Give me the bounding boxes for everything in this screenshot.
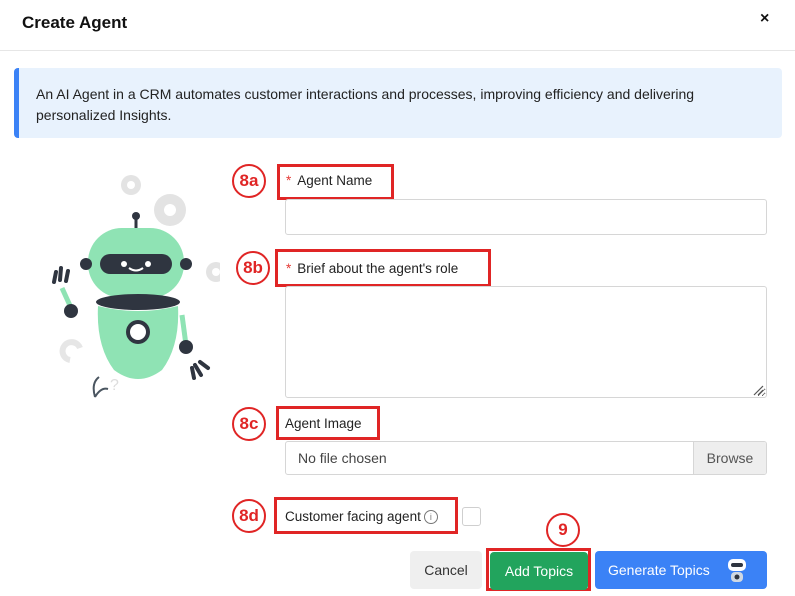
svg-text:?: ? [110,377,119,394]
cancel-button[interactable]: Cancel [410,551,482,589]
annotation-badge-8c: 8c [232,407,266,441]
agent-image-label: Agent Image [285,416,362,431]
required-marker: * [286,173,292,188]
required-marker: * [286,261,292,276]
add-topics-button[interactable]: Add Topics [490,552,588,590]
generate-topics-label: Generate Topics [608,562,710,578]
robot-illustration: ? [52,175,220,398]
info-icon[interactable]: i [423,510,438,524]
brief-label-text: Brief about the agent's role [297,261,459,276]
annotation-badge-8d: 8d [232,499,266,533]
robot-icon [728,559,746,582]
dialog-header: Create Agent × [0,0,795,51]
agent-name-label: * Agent Name [286,173,372,188]
dialog-title: Create Agent [22,13,128,32]
customer-facing-label: Customer facing agent i [285,509,438,524]
file-status: No file chosen [298,450,387,466]
customer-facing-checkbox[interactable] [462,507,481,526]
info-text: An AI Agent in a CRM automates customer … [36,86,695,123]
agent-name-label-text: Agent Name [297,173,373,188]
file-input[interactable]: No file chosen Browse [285,441,767,475]
generate-topics-button[interactable]: Generate Topics [595,551,767,589]
info-banner: An AI Agent in a CRM automates customer … [14,68,782,138]
close-icon[interactable]: × [760,10,769,28]
annotation-badge-8b: 8b [236,251,270,285]
annotation-badge-8a: 8a [232,164,266,198]
customer-facing-label-text: Customer facing agent [285,509,421,524]
brief-label: * Brief about the agent's role [286,261,458,276]
browse-button[interactable]: Browse [693,442,766,474]
annotation-badge-9: 9 [546,513,580,547]
agent-name-input[interactable] [285,199,767,235]
brief-textarea[interactable] [285,286,767,398]
resize-grip-icon[interactable] [753,385,764,396]
